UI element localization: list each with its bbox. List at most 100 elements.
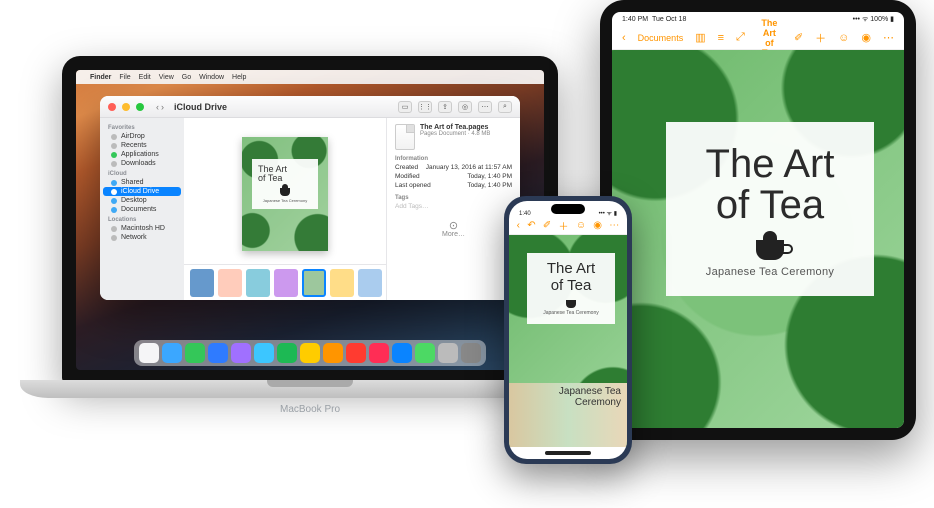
doc-subtitle[interactable]: Japanese Tea Ceremony [688, 266, 852, 278]
mac-desktop: Finder File Edit View Go Window Help ‹ › [76, 70, 544, 370]
doc-heading[interactable]: The Artof Tea [535, 261, 607, 295]
dock-app[interactable] [392, 343, 412, 363]
back-icon[interactable]: ‹ [622, 32, 626, 44]
sidebar-heading-icloud: iCloud [100, 168, 184, 178]
menubar-item-file[interactable]: File [119, 74, 130, 81]
ipad: 1:40 PM Tue Oct 18 ••• ᯤ 100% ▮ ‹ Docume… [600, 0, 916, 440]
menubar-item-go[interactable]: Go [182, 74, 191, 81]
teapot-icon [280, 188, 290, 196]
finder-window: ‹ › iCloud Drive ▭ ⋮⋮ ⇪ ◎ ⋯ ⌕ Favorites … [100, 96, 520, 300]
thumbnail-item-selected[interactable] [302, 269, 326, 297]
info-section-heading: Information [395, 156, 512, 162]
view-options-icon[interactable]: ≡ [718, 32, 724, 44]
finder-gallery-view: The Artof Tea Japanese Tea Ceremony [184, 118, 386, 300]
sidebar-item-shared[interactable]: Shared [103, 178, 181, 187]
home-indicator[interactable] [545, 451, 591, 455]
dock-app[interactable] [277, 343, 297, 363]
mac-dock[interactable] [134, 340, 486, 366]
sidebar-item-airdrop[interactable]: AirDrop [103, 132, 181, 141]
doc-heading[interactable]: The Artof Tea [688, 144, 852, 226]
action-icon[interactable]: ⋯ [478, 101, 492, 113]
sidebar-item-icloud-drive[interactable]: iCloud Drive [103, 187, 181, 196]
info-tags-field[interactable]: Add Tags… [395, 203, 512, 210]
ipad-document-canvas[interactable]: The Artof Tea Japanese Tea Ceremony [612, 50, 904, 428]
insert-icon[interactable]: ＋ [559, 218, 569, 233]
dock-app-finder[interactable] [139, 343, 159, 363]
menubar-app-name[interactable]: Finder [90, 74, 111, 81]
sidebar-heading-locations: Locations [100, 214, 184, 224]
doc-subtitle[interactable]: Japanese Tea Ceremony [535, 310, 607, 316]
dock-app[interactable] [461, 343, 481, 363]
insert-icon[interactable]: ＋ [815, 30, 826, 46]
window-minimize-button[interactable] [122, 103, 130, 111]
iphone: 1:40 ••• ᯤ ▮ ‹ ↶ ✐ ＋ ☺ ◉ ⋯ The Artof Tea… [504, 196, 632, 464]
dock-app[interactable] [208, 343, 228, 363]
thumbnail-item[interactable] [274, 269, 298, 297]
search-icon[interactable]: ⌕ [498, 101, 512, 113]
info-value-opened: Today, 1:40 PM [467, 182, 512, 189]
sidebar-icon[interactable]: ▥ [695, 31, 705, 44]
dock-app[interactable] [438, 343, 458, 363]
thumbnail-item[interactable] [330, 269, 354, 297]
collaborate-icon[interactable]: ☺ [576, 220, 586, 231]
dock-app[interactable] [415, 343, 435, 363]
format-panel-icon[interactable]: ◉ [861, 31, 871, 44]
menubar-item-help[interactable]: Help [232, 74, 246, 81]
status-indicators: ••• ᯤ 100% ▮ [853, 15, 894, 24]
thumbnail-item[interactable] [358, 269, 382, 297]
info-kind: Pages Document [420, 131, 466, 137]
window-zoom-button[interactable] [136, 103, 144, 111]
dock-app[interactable] [185, 343, 205, 363]
sidebar-item-downloads[interactable]: Downloads [103, 159, 181, 168]
back-icon[interactable]: ‹ [517, 220, 520, 231]
dock-app[interactable] [369, 343, 389, 363]
back-button[interactable]: Documents [638, 33, 684, 43]
document-preview[interactable]: The Artof Tea Japanese Tea Ceremony [242, 137, 328, 251]
info-tags-heading: Tags [395, 195, 512, 201]
group-icon[interactable]: ⋮⋮ [418, 101, 432, 113]
dock-app[interactable] [162, 343, 182, 363]
undo-icon[interactable]: ↶ [527, 220, 535, 231]
sidebar-item-network[interactable]: Network [103, 233, 181, 242]
sidebar-item-documents[interactable]: Documents [103, 205, 181, 214]
finder-sidebar: Favorites AirDrop Recents Applications D… [100, 118, 184, 300]
view-switcher-icon[interactable]: ▭ [398, 101, 412, 113]
menubar-item-window[interactable]: Window [199, 74, 224, 81]
dock-app[interactable] [323, 343, 343, 363]
menubar-item-view[interactable]: View [159, 74, 174, 81]
dock-app[interactable] [300, 343, 320, 363]
thumbnail-item[interactable] [190, 269, 214, 297]
format-brush-icon[interactable]: ✐ [794, 31, 803, 44]
thumbnail-item[interactable] [218, 269, 242, 297]
menubar-item-edit[interactable]: Edit [139, 74, 151, 81]
window-close-button[interactable] [108, 103, 116, 111]
tag-icon[interactable]: ◎ [458, 101, 472, 113]
sidebar-item-desktop[interactable]: Desktop [103, 196, 181, 205]
format-panel-icon[interactable]: ◉ [593, 220, 602, 231]
gallery-thumbnail-strip[interactable] [184, 264, 386, 300]
thumbnail-item[interactable] [246, 269, 270, 297]
nav-back-icon[interactable]: ‹ [156, 102, 159, 112]
iphone-document-canvas[interactable]: The Artof Tea Japanese Tea Ceremony Japa… [509, 235, 627, 447]
share-icon[interactable]: ⇪ [438, 101, 452, 113]
title-card: The Artof Tea Japanese Tea Ceremony [527, 253, 615, 324]
status-time: 1:40 PM [622, 16, 648, 23]
nav-forward-icon[interactable]: › [161, 102, 164, 112]
sidebar-item-macintosh-hd[interactable]: Macintosh HD [103, 224, 181, 233]
dock-app[interactable] [254, 343, 274, 363]
collaborate-icon[interactable]: ☺ [838, 32, 849, 44]
dock-app[interactable] [346, 343, 366, 363]
more-icon[interactable]: ⋯ [883, 31, 894, 44]
more-icon[interactable]: ⋯ [609, 220, 619, 231]
dock-app[interactable] [231, 343, 251, 363]
document-icon [395, 124, 415, 150]
section-caption[interactable]: Japanese TeaCeremony [559, 387, 621, 408]
teapot-icon [566, 300, 576, 308]
zoom-icon[interactable]: ⤢ [736, 31, 745, 44]
sidebar-item-applications[interactable]: Applications [103, 150, 181, 159]
sidebar-item-recents[interactable]: Recents [103, 141, 181, 150]
info-more-button[interactable]: ⊙More… [395, 224, 512, 238]
format-brush-icon[interactable]: ✐ [543, 220, 551, 231]
mac-menubar: Finder File Edit View Go Window Help [76, 70, 544, 84]
info-filename: The Art of Tea.pages [420, 124, 490, 131]
